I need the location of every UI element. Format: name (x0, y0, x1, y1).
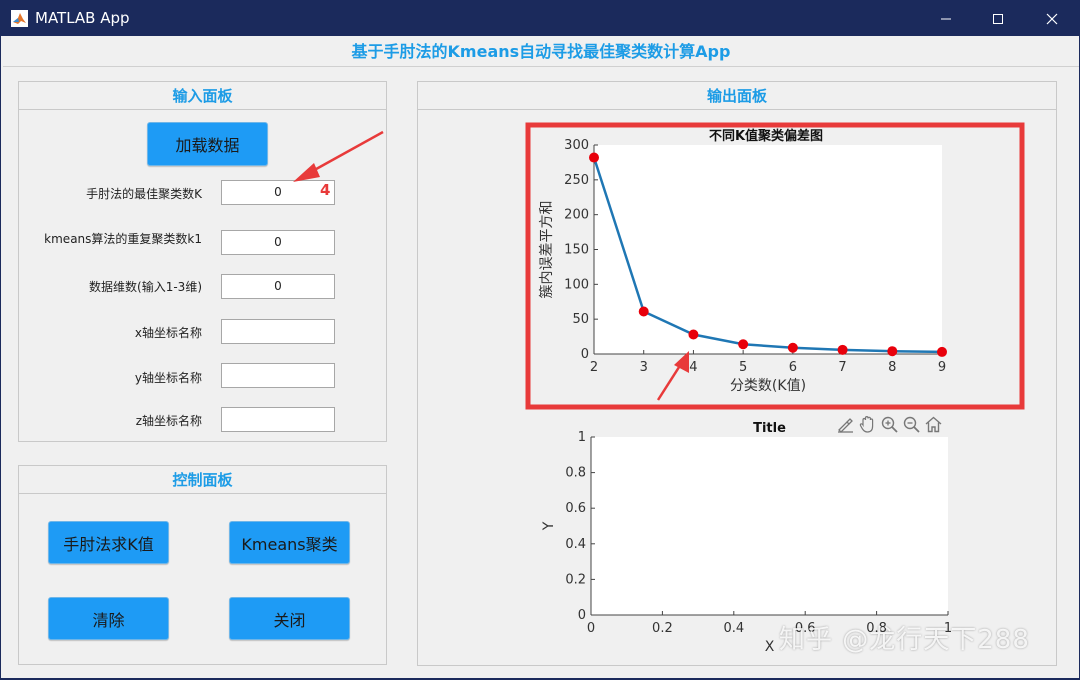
x-tick-label: 0.2 (652, 621, 673, 636)
data-point (589, 152, 599, 163)
y-tick-label: 0.8 (565, 466, 586, 481)
x-tick-label: 9 (938, 360, 946, 375)
x-tick-label: 6 (789, 360, 797, 375)
x-tick-label: 7 (838, 360, 846, 375)
brush-icon[interactable] (836, 415, 855, 434)
y-tick-label: 0.2 (565, 572, 586, 587)
plot-area-1 (591, 437, 948, 615)
x-tick-label: 2 (590, 360, 598, 375)
y-axis-label: Y (541, 521, 557, 531)
data-point (638, 306, 649, 317)
data-point (887, 346, 898, 357)
app-window: MATLAB App 基于手肘法的Kmeans自动寻找最佳聚类数计算App 输入… (0, 0, 1080, 679)
y-tick-label: 150 (564, 243, 589, 258)
x-tick-label: 5 (739, 360, 747, 375)
y-tick-label: 100 (564, 277, 589, 292)
x-tick-label: 8 (888, 360, 896, 375)
y-tick-label: 0 (578, 608, 586, 623)
data-point (688, 329, 699, 340)
home-icon[interactable] (924, 415, 943, 434)
data-point (738, 339, 749, 350)
watermark: 知乎 @龙行天下288 (779, 625, 1030, 655)
zoom-in-icon[interactable] (880, 415, 899, 434)
y-tick-label: 0 (581, 347, 589, 362)
y-tick-label: 0.4 (565, 537, 586, 552)
x-tick-label: 4 (689, 360, 697, 375)
x-axis-label: 分类数(K值) (730, 378, 806, 394)
x-tick-label: 3 (640, 360, 648, 375)
y-axis-label: 簇内误差平方和 (539, 201, 555, 299)
y-tick-label: 250 (564, 173, 589, 188)
y-tick-label: 300 (564, 138, 589, 153)
y-tick-label: 50 (572, 312, 589, 327)
y-tick-label: 0.6 (565, 501, 586, 516)
elbow-chart: 2 3 4 5 6 7 8 9050100150200250300不同K值聚类偏差图分类数(K… (525, 122, 1025, 655)
plot-area-0 (594, 145, 942, 354)
chart-title: Title (753, 421, 786, 436)
chart-title: 不同K值聚类偏差图 (709, 128, 823, 144)
x-tick-label: 0.4 (723, 621, 744, 636)
y-tick-label: 1 (578, 430, 586, 445)
axes-toolbar (836, 415, 948, 435)
y-tick-label: 200 (564, 208, 589, 223)
x-tick-label: 0 (587, 621, 595, 636)
pan-icon[interactable] (858, 415, 877, 434)
data-point (787, 342, 798, 353)
data-point (837, 344, 848, 355)
zoom-out-icon[interactable] (902, 415, 921, 434)
x-axis-label: X (765, 639, 775, 655)
data-point (937, 346, 947, 357)
